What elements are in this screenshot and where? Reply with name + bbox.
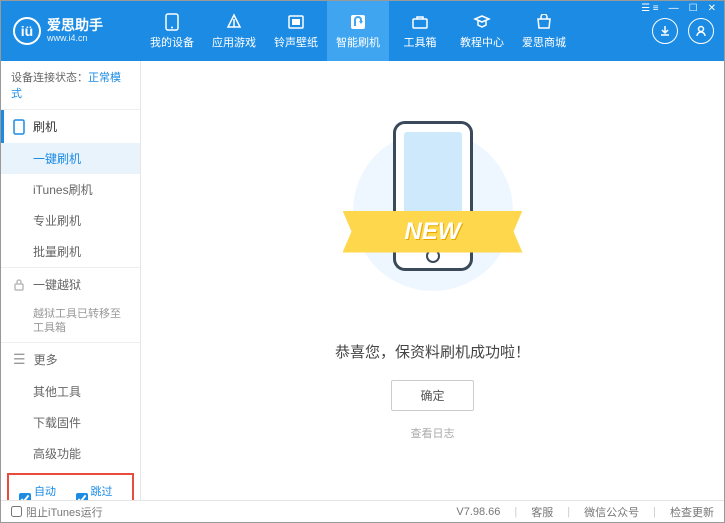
device-status: 设备连接状态：正常模式	[1, 61, 140, 109]
logo-icon: iü	[13, 17, 41, 45]
minimize-icon[interactable]: —	[667, 3, 681, 14]
sidebar-item-other-tools[interactable]: 其他工具	[1, 376, 140, 407]
flash-icon	[349, 13, 367, 31]
apps-icon	[225, 13, 243, 31]
nav-smart-flash[interactable]: 智能刷机	[327, 1, 389, 61]
nav-toolbox[interactable]: 工具箱	[389, 1, 451, 61]
success-illustration: NEW	[353, 121, 513, 321]
app-window: ☰ ≡ — ☐ ✕ iü 爱思助手 www.i4.cn 我的设备 应用游戏 铃声…	[0, 0, 725, 523]
sidebar-item-pro-flash[interactable]: 专业刷机	[1, 205, 140, 236]
sidebar-item-batch-flash[interactable]: 批量刷机	[1, 236, 140, 267]
sidebar-item-advanced[interactable]: 高级功能	[1, 438, 140, 469]
view-log-link[interactable]: 查看日志	[411, 425, 455, 441]
auto-activate-checkbox[interactable]: 自动激活	[19, 483, 66, 500]
sidebar-item-download-firmware[interactable]: 下载固件	[1, 407, 140, 438]
customer-service-link[interactable]: 客服	[531, 504, 553, 520]
block-itunes-checkbox[interactable]: 阻止iTunes运行	[11, 504, 103, 520]
header: iü 爱思助手 www.i4.cn 我的设备 应用游戏 铃声壁纸 智能刷机	[1, 1, 724, 61]
lock-icon	[13, 278, 25, 292]
jailbreak-section-header[interactable]: 一键越狱	[1, 268, 140, 301]
nav-my-device[interactable]: 我的设备	[141, 1, 203, 61]
maximize-icon[interactable]: ☐	[687, 3, 700, 14]
nav-ringtones[interactable]: 铃声壁纸	[265, 1, 327, 61]
phone-icon	[13, 119, 25, 135]
header-right	[652, 18, 724, 44]
download-button[interactable]	[652, 18, 678, 44]
wallpaper-icon	[287, 13, 305, 31]
footer: 阻止iTunes运行 V7.98.66 | 客服 | 微信公众号 | 检查更新	[1, 500, 724, 522]
app-url: www.i4.cn	[47, 34, 103, 44]
more-section-header[interactable]: ☰ 更多	[1, 343, 140, 376]
version-label: V7.98.66	[456, 506, 500, 518]
app-name: 爱思助手	[47, 18, 103, 33]
main-nav: 我的设备 应用游戏 铃声壁纸 智能刷机 工具箱 教程中心	[141, 1, 652, 61]
nav-apps-games[interactable]: 应用游戏	[203, 1, 265, 61]
options-highlighted-box: 自动激活 跳过向导	[7, 473, 134, 500]
confirm-button[interactable]: 确定	[391, 380, 473, 411]
nav-store[interactable]: 爱思商城	[513, 1, 575, 61]
flash-section-header[interactable]: 刷机	[1, 110, 140, 143]
sidebar: 设备连接状态：正常模式 刷机 一键刷机 iTunes刷机 专业刷机 批量刷机 一…	[1, 61, 141, 500]
body: 设备连接状态：正常模式 刷机 一键刷机 iTunes刷机 专业刷机 批量刷机 一…	[1, 61, 724, 500]
user-button[interactable]	[688, 18, 714, 44]
window-controls: ☰ ≡ — ☐ ✕	[639, 3, 718, 14]
phone-icon	[163, 13, 181, 31]
success-message: 恭喜您，保资料刷机成功啦！	[335, 341, 530, 362]
more-icon: ☰	[13, 351, 26, 368]
toolbox-icon	[411, 13, 429, 31]
sidebar-item-itunes-flash[interactable]: iTunes刷机	[1, 174, 140, 205]
main-content: NEW 恭喜您，保资料刷机成功啦！ 确定 查看日志	[141, 61, 724, 500]
check-update-link[interactable]: 检查更新	[670, 504, 714, 520]
menu-icon[interactable]: ☰ ≡	[639, 3, 661, 14]
store-icon	[535, 13, 553, 31]
new-ribbon: NEW	[343, 211, 523, 253]
wechat-link[interactable]: 微信公众号	[584, 504, 639, 520]
nav-tutorials[interactable]: 教程中心	[451, 1, 513, 61]
jailbreak-note: 越狱工具已转移至工具箱	[1, 301, 140, 342]
close-icon[interactable]: ✕	[706, 3, 718, 14]
logo-area: iü 爱思助手 www.i4.cn	[1, 17, 141, 45]
skip-guide-checkbox[interactable]: 跳过向导	[76, 483, 123, 500]
sidebar-item-one-click-flash[interactable]: 一键刷机	[1, 143, 140, 174]
tutorial-icon	[473, 13, 491, 31]
